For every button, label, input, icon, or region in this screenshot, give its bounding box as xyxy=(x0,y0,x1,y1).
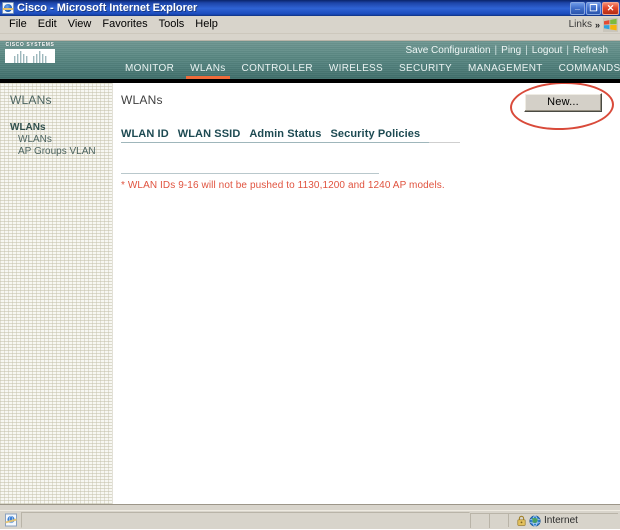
new-button[interactable]: New... xyxy=(524,93,602,112)
minimize-button[interactable]: _ xyxy=(570,0,585,15)
nav-item-wlans[interactable]: WLANs xyxy=(182,62,233,79)
close-button[interactable]: ✕ xyxy=(602,1,619,15)
footnote-divider xyxy=(121,173,379,174)
browser-window: Cisco - Microsoft Internet Explorer _ ❐ … xyxy=(0,0,620,529)
window-title: Cisco - Microsoft Internet Explorer xyxy=(17,2,198,14)
menu-bar-right: Links » xyxy=(569,17,620,32)
windows-flag-icon xyxy=(603,17,618,32)
wlans-table: WLAN ID WLAN SSID Admin Status Security … xyxy=(121,128,461,143)
globe-icon xyxy=(529,514,541,527)
security-zone-label: Internet xyxy=(544,514,578,526)
logout-link[interactable]: Logout xyxy=(528,45,567,57)
status-segment xyxy=(489,512,508,528)
close-icon: ✕ xyxy=(606,2,615,13)
cisco-header-banner: CISCO SYSTEMS Save Configuration | Ping … xyxy=(0,41,620,79)
restore-button[interactable]: ❐ xyxy=(586,1,601,15)
nav-item-commands[interactable]: COMMANDS xyxy=(551,62,620,75)
footnote-text: * WLAN IDs 9-16 will not be pushed to 11… xyxy=(121,180,445,191)
sidebar: WLANs WLANs WLANs AP Groups VLAN xyxy=(0,83,113,504)
main-navigation: MONITOR WLANs CONTROLLER WIRELESS SECURI… xyxy=(0,62,620,79)
sidebar-item-wlans[interactable]: WLANs xyxy=(10,134,112,146)
nav-item-controller[interactable]: CONTROLLER xyxy=(234,62,321,75)
status-segment xyxy=(470,512,489,528)
column-header-spacer xyxy=(429,128,461,143)
security-zone-indicator[interactable]: Internet xyxy=(508,513,618,527)
sidebar-title: WLANs xyxy=(10,93,52,107)
links-label[interactable]: Links xyxy=(569,19,592,30)
menu-item-view[interactable]: View xyxy=(63,17,98,32)
menu-item-favorites[interactable]: Favorites xyxy=(97,17,153,32)
sidebar-group-wlans: WLANs WLANs AP Groups VLAN xyxy=(0,121,112,158)
cisco-logo: CISCO SYSTEMS xyxy=(5,42,55,63)
main-panel: WLANs New... WLAN ID WLAN SSID Admin Sta… xyxy=(113,80,620,504)
ie-document-icon xyxy=(4,513,18,527)
menu-bar: File Edit View Favorites Tools Help Link… xyxy=(0,16,620,34)
refresh-link[interactable]: Refresh xyxy=(569,45,612,57)
column-header-wlan-ssid[interactable]: WLAN SSID xyxy=(177,128,250,143)
ie-document-icon xyxy=(2,2,14,14)
menu-item-file[interactable]: File xyxy=(4,17,33,32)
column-header-wlan-id[interactable]: WLAN ID xyxy=(121,128,178,143)
browser-toolbar xyxy=(0,34,620,41)
window-controls: _ ❐ ✕ xyxy=(570,0,619,15)
ping-link[interactable]: Ping xyxy=(497,45,525,57)
banner-divider xyxy=(0,79,620,83)
main-header: WLANs New... xyxy=(113,80,620,132)
page-bottom-strip xyxy=(0,504,620,510)
menu-item-tools[interactable]: Tools xyxy=(154,17,191,32)
title-bar: Cisco - Microsoft Internet Explorer _ ❐ … xyxy=(0,0,620,16)
nav-item-management[interactable]: MANAGEMENT xyxy=(460,62,551,75)
nav-item-wireless[interactable]: WIRELESS xyxy=(321,62,391,75)
table-header-row: WLAN ID WLAN SSID Admin Status Security … xyxy=(121,128,461,143)
status-bar: Internet xyxy=(0,510,620,529)
column-header-security-policies[interactable]: Security Policies xyxy=(330,128,430,143)
page-content: CISCO SYSTEMS Save Configuration | Ping … xyxy=(0,41,620,510)
new-button-container: New... xyxy=(509,80,615,132)
restore-icon: ❐ xyxy=(589,2,598,13)
lock-icon xyxy=(517,515,526,526)
page-title: WLANs xyxy=(121,93,163,107)
menu-item-help[interactable]: Help xyxy=(190,17,224,32)
cisco-bridge-icon xyxy=(5,49,55,63)
save-configuration-link[interactable]: Save Configuration xyxy=(401,45,494,57)
cisco-wordmark: CISCO SYSTEMS xyxy=(5,42,55,48)
status-message-pane xyxy=(21,512,470,528)
sidebar-group-label: WLANs xyxy=(10,122,46,133)
content-region: WLANs WLANs WLANs AP Groups VLAN WLANs N… xyxy=(0,80,620,504)
chevron-right-icon[interactable]: » xyxy=(595,20,600,30)
nav-item-monitor[interactable]: MONITOR xyxy=(117,62,182,75)
sidebar-item-ap-groups-vlan[interactable]: AP Groups VLAN xyxy=(10,146,112,158)
column-header-admin-status[interactable]: Admin Status xyxy=(249,128,331,143)
menu-item-edit[interactable]: Edit xyxy=(33,17,63,32)
banner-top-row: CISCO SYSTEMS Save Configuration | Ping … xyxy=(0,41,620,63)
banner-links: Save Configuration | Ping | Logout | Ref… xyxy=(401,41,620,57)
minimize-icon: _ xyxy=(574,0,580,11)
nav-item-security[interactable]: SECURITY xyxy=(391,62,460,75)
